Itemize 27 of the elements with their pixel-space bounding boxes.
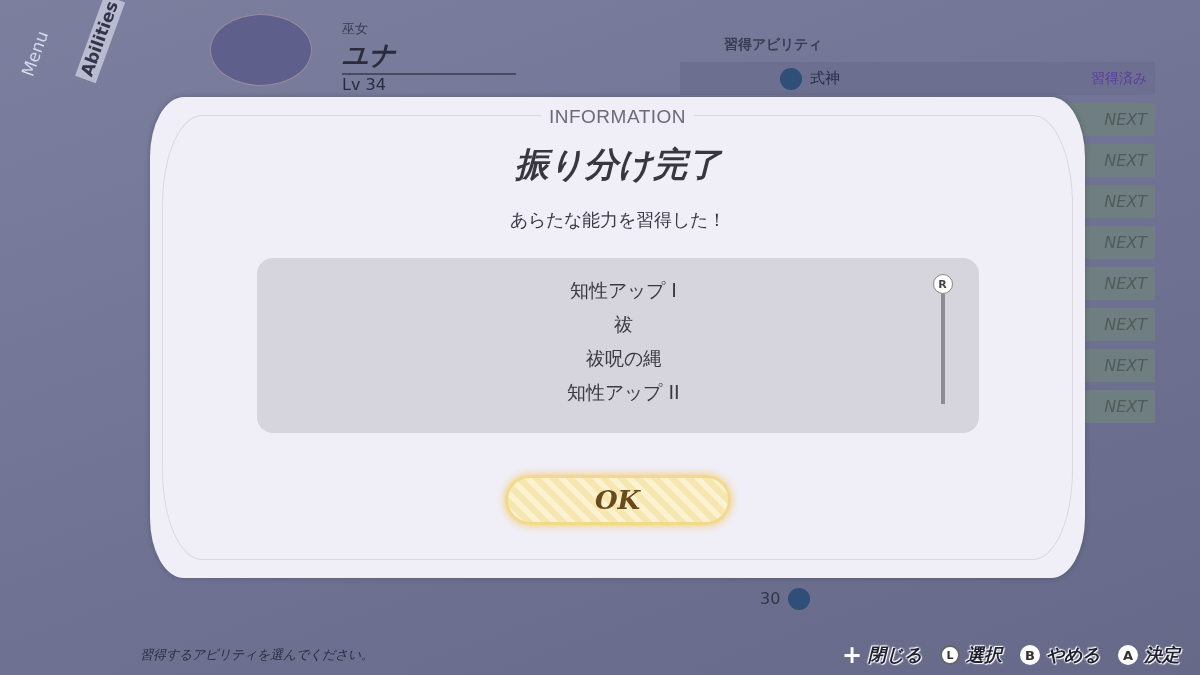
character-job: 巫女 [342, 20, 369, 38]
learned-ability: 知性アップ I [570, 278, 677, 303]
control-hint[interactable]: 決定 [1144, 643, 1180, 667]
character-level: Lv 34 [342, 75, 387, 94]
ability-cost: 30 [760, 589, 781, 608]
dialog-title: 振り分け完了 [514, 143, 721, 186]
panel-title: 習得アビリティ [723, 36, 823, 54]
ok-button[interactable]: OK [504, 475, 731, 525]
button-glyph-icon: L [940, 645, 960, 665]
learned-ability: 祓呪の縄 [585, 346, 662, 371]
ability-icon [780, 67, 802, 90]
scroll-bar[interactable] [940, 294, 945, 404]
learned-ability: 知性アップ II [567, 380, 680, 405]
dialog-message: あらたな能力を習得した！ [509, 208, 726, 232]
ability-name: 式神 [810, 69, 841, 88]
control-hint[interactable]: 閉じる [868, 643, 922, 667]
button-glyph-icon: + [842, 645, 862, 665]
character-name: ユナ [342, 38, 516, 75]
learned-ability: 祓 [614, 312, 633, 337]
button-glyph-icon: A [1118, 645, 1138, 665]
control-hint[interactable]: やめる [1046, 643, 1100, 667]
button-glyph-icon: B [1020, 645, 1040, 665]
hint-text: 習得するアビリティを選んでください。 [140, 646, 375, 664]
ability-icon [788, 587, 811, 610]
menu-tab[interactable]: Menu [16, 24, 56, 84]
button-glyph-icon: R [932, 274, 953, 294]
control-hint[interactable]: 選択 [966, 643, 1002, 667]
